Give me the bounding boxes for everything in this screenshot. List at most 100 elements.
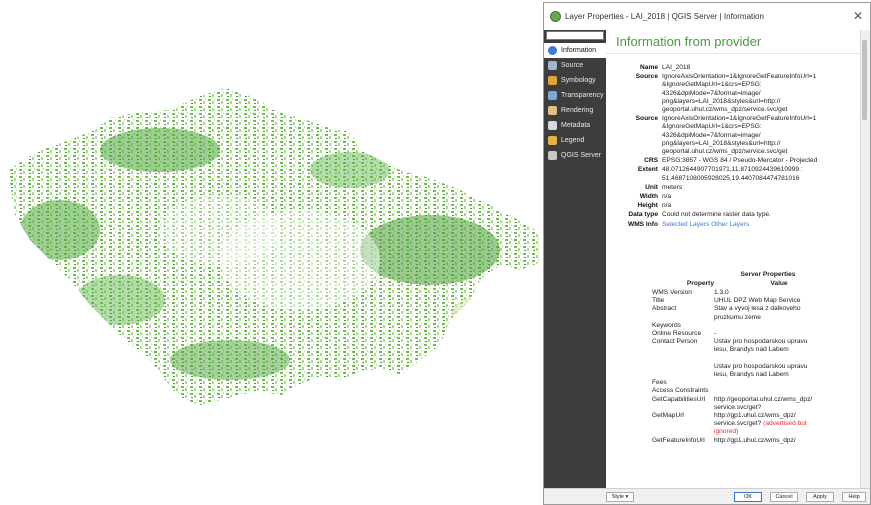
title-bar[interactable]: Layer Properties - LAI_2018 | QGIS Serve…	[544, 3, 870, 30]
server-property-name: Keywords	[652, 321, 681, 329]
information-panel: Information from provider Name LAI_2018 So…	[606, 30, 862, 490]
column-header-property: Property	[686, 280, 714, 287]
sidebar-item-label: Rendering	[561, 107, 594, 114]
property-row: Source IgnoreAxisOrientation=1&IgnoreGetF…	[606, 73, 858, 114]
property-value: IgnoreAxisOrientation=1&IgnoreGetFeature…	[662, 115, 817, 156]
server-property-value	[714, 322, 858, 330]
sidebar-item-rendering[interactable]: Rendering	[544, 103, 606, 118]
sidebar-item-information[interactable]: Information	[544, 43, 606, 58]
sidebar-item-transparency[interactable]: Transparency	[544, 88, 606, 103]
apply-button[interactable]: Apply	[806, 492, 834, 502]
property-row: CRS EPSG:3857 - WGS 84 / Pseudo-Mercator …	[606, 157, 858, 165]
sidebar-item-label: Symbology	[561, 77, 596, 84]
server-property-name: GetFeatureInfoUrl	[652, 436, 705, 444]
server-property-name: Access Constraints	[652, 387, 709, 395]
property-value: n/a	[662, 202, 672, 210]
wms-info-links: Selected Layers Other Layers	[662, 221, 858, 229]
sidebar-item-label: Metadata	[561, 122, 591, 129]
server-property-row: Title UHUL DPZ Web Map Service	[606, 297, 858, 305]
panel-header: Information from provider	[606, 30, 862, 54]
server-property-row: WMS Version 1.3.0	[606, 289, 858, 297]
server-property-name: Contact Person	[652, 338, 698, 346]
server-property-value-text: Ustav pro hospodarskou upravu lesu, Bran…	[714, 338, 808, 379]
server-property-name: Title	[652, 297, 665, 305]
column-header-value: Value	[770, 280, 788, 287]
server-property-name: Online Resource	[652, 330, 702, 338]
server-property-value: -	[714, 330, 858, 338]
property-value: EPSG:3857 - WGS 84 / Pseudo-Mercator - P…	[662, 157, 818, 165]
sidebar-search-input[interactable]	[546, 31, 604, 40]
server-property-value: 1.3.0	[714, 289, 858, 297]
content-scrollbar[interactable]	[860, 30, 867, 490]
server-icon	[548, 151, 557, 160]
server-property-row: Fees	[606, 379, 858, 387]
property-key: Height	[637, 202, 658, 210]
property-key: Unit	[645, 183, 658, 191]
sidebar-item-source[interactable]: Source	[544, 58, 606, 73]
server-property-value-text: Stav a vyvoj lesa z dalkoveho pruzkumu z…	[714, 305, 801, 321]
sidebar-item-legend[interactable]: Legend	[544, 133, 606, 148]
property-row: Source IgnoreAxisOrientation=1&IgnoreGetF…	[606, 115, 858, 156]
property-value: meters	[662, 183, 683, 191]
legend-icon	[548, 136, 557, 145]
property-value: LAI_2018	[662, 64, 691, 71]
sidebar-item-label: Legend	[561, 137, 585, 144]
server-property-row: Keywords	[606, 322, 858, 330]
server-property-name: WMS Version	[652, 289, 692, 296]
server-property-row: Abstract Stav a vyvoj lesa z dalkoveho pr…	[606, 305, 858, 321]
server-property-row: Online Resource -	[606, 330, 858, 338]
server-property-value: Ustav pro hospodarskou upravu lesu, Bran…	[714, 338, 858, 379]
server-property-value: UHUL DPZ Web Map Service	[714, 297, 858, 305]
property-row: Unit meters	[606, 184, 858, 192]
info-icon	[548, 46, 557, 55]
dialog-footer: Style ▾ OK Cancel Apply Help	[544, 488, 870, 504]
cancel-button[interactable]: Cancel	[770, 492, 798, 502]
server-property-value: http://geoportal.uhul.cz/wms_dpz/ servic…	[714, 396, 858, 412]
scrollbar-thumb[interactable]	[862, 40, 867, 120]
property-key: Width	[639, 193, 658, 201]
lai-raster-map	[8, 88, 541, 405]
server-property-value-text: 1.3.0	[714, 289, 729, 296]
other-layers-link[interactable]: Other Layers	[711, 221, 749, 228]
property-row: Name LAI_2018	[606, 64, 858, 72]
property-value: n/a	[662, 193, 672, 201]
server-property-name: GetMapUrl	[652, 412, 684, 420]
server-property-row: GetMapUrl http://gp1.uhul.cz/wms_dpz/ ser…	[606, 412, 858, 437]
server-properties-table: Server Properties Property Value WMS Ver…	[606, 271, 858, 445]
server-property-value: http://gp1.uhul.cz/wms_dpz/	[714, 437, 858, 445]
selected-layers-link[interactable]: Selected Layers	[662, 221, 709, 228]
property-key: Source	[635, 115, 658, 123]
server-property-row: GetCapabilitiesUrl http://geoportal.uhul.…	[606, 396, 858, 412]
property-row: Extent 48.0712644907701971,11.87109244396…	[606, 166, 858, 182]
property-key: CRS	[644, 157, 658, 165]
property-key: WMS Info	[627, 220, 658, 228]
property-value: Could not determine raster data type.	[662, 211, 771, 219]
property-row: Data type Could not determine raster data…	[606, 211, 858, 219]
server-property-value	[714, 387, 858, 395]
map-canvas[interactable]	[0, 0, 541, 505]
server-property-row: GetFeatureInfoUrl http://gp1.uhul.cz/wms_…	[606, 437, 858, 445]
sidebar-item-symbology[interactable]: Symbology	[544, 73, 606, 88]
property-key: Extent	[637, 166, 658, 174]
property-row: Width n/a	[606, 193, 858, 201]
paint-icon	[548, 76, 557, 85]
sidebar-item-label: Information	[561, 47, 597, 54]
sidebar-item-label: QGIS Server	[561, 152, 602, 159]
property-key: Source	[635, 73, 658, 81]
sidebar-item-label: Source	[561, 62, 584, 69]
close-icon[interactable]: ✕	[853, 9, 863, 23]
server-property-value-text: http://gp1.uhul.cz/wms_dpz/	[714, 436, 796, 444]
wrench-icon	[548, 61, 557, 70]
ok-button[interactable]: OK	[734, 492, 762, 502]
server-property-row: Contact Person Ustav pro hospodarskou upr…	[606, 338, 858, 379]
property-value: IgnoreAxisOrientation=1&IgnoreGetFeature…	[662, 73, 817, 114]
layer-properties-dialog: Layer Properties - LAI_2018 | QGIS Serve…	[543, 2, 871, 505]
provider-properties: Name LAI_2018 Source IgnoreAxisOrientation=…	[606, 64, 858, 229]
server-property-name: Fees	[652, 379, 667, 387]
sidebar-item-label: Transparency	[561, 92, 604, 99]
help-button[interactable]: Help	[842, 492, 866, 502]
style-dropdown-button[interactable]: Style ▾	[606, 492, 634, 502]
sidebar-item-qgis-server[interactable]: QGIS Server	[544, 148, 606, 163]
document-icon	[548, 121, 557, 130]
sidebar-item-metadata[interactable]: Metadata	[544, 118, 606, 133]
